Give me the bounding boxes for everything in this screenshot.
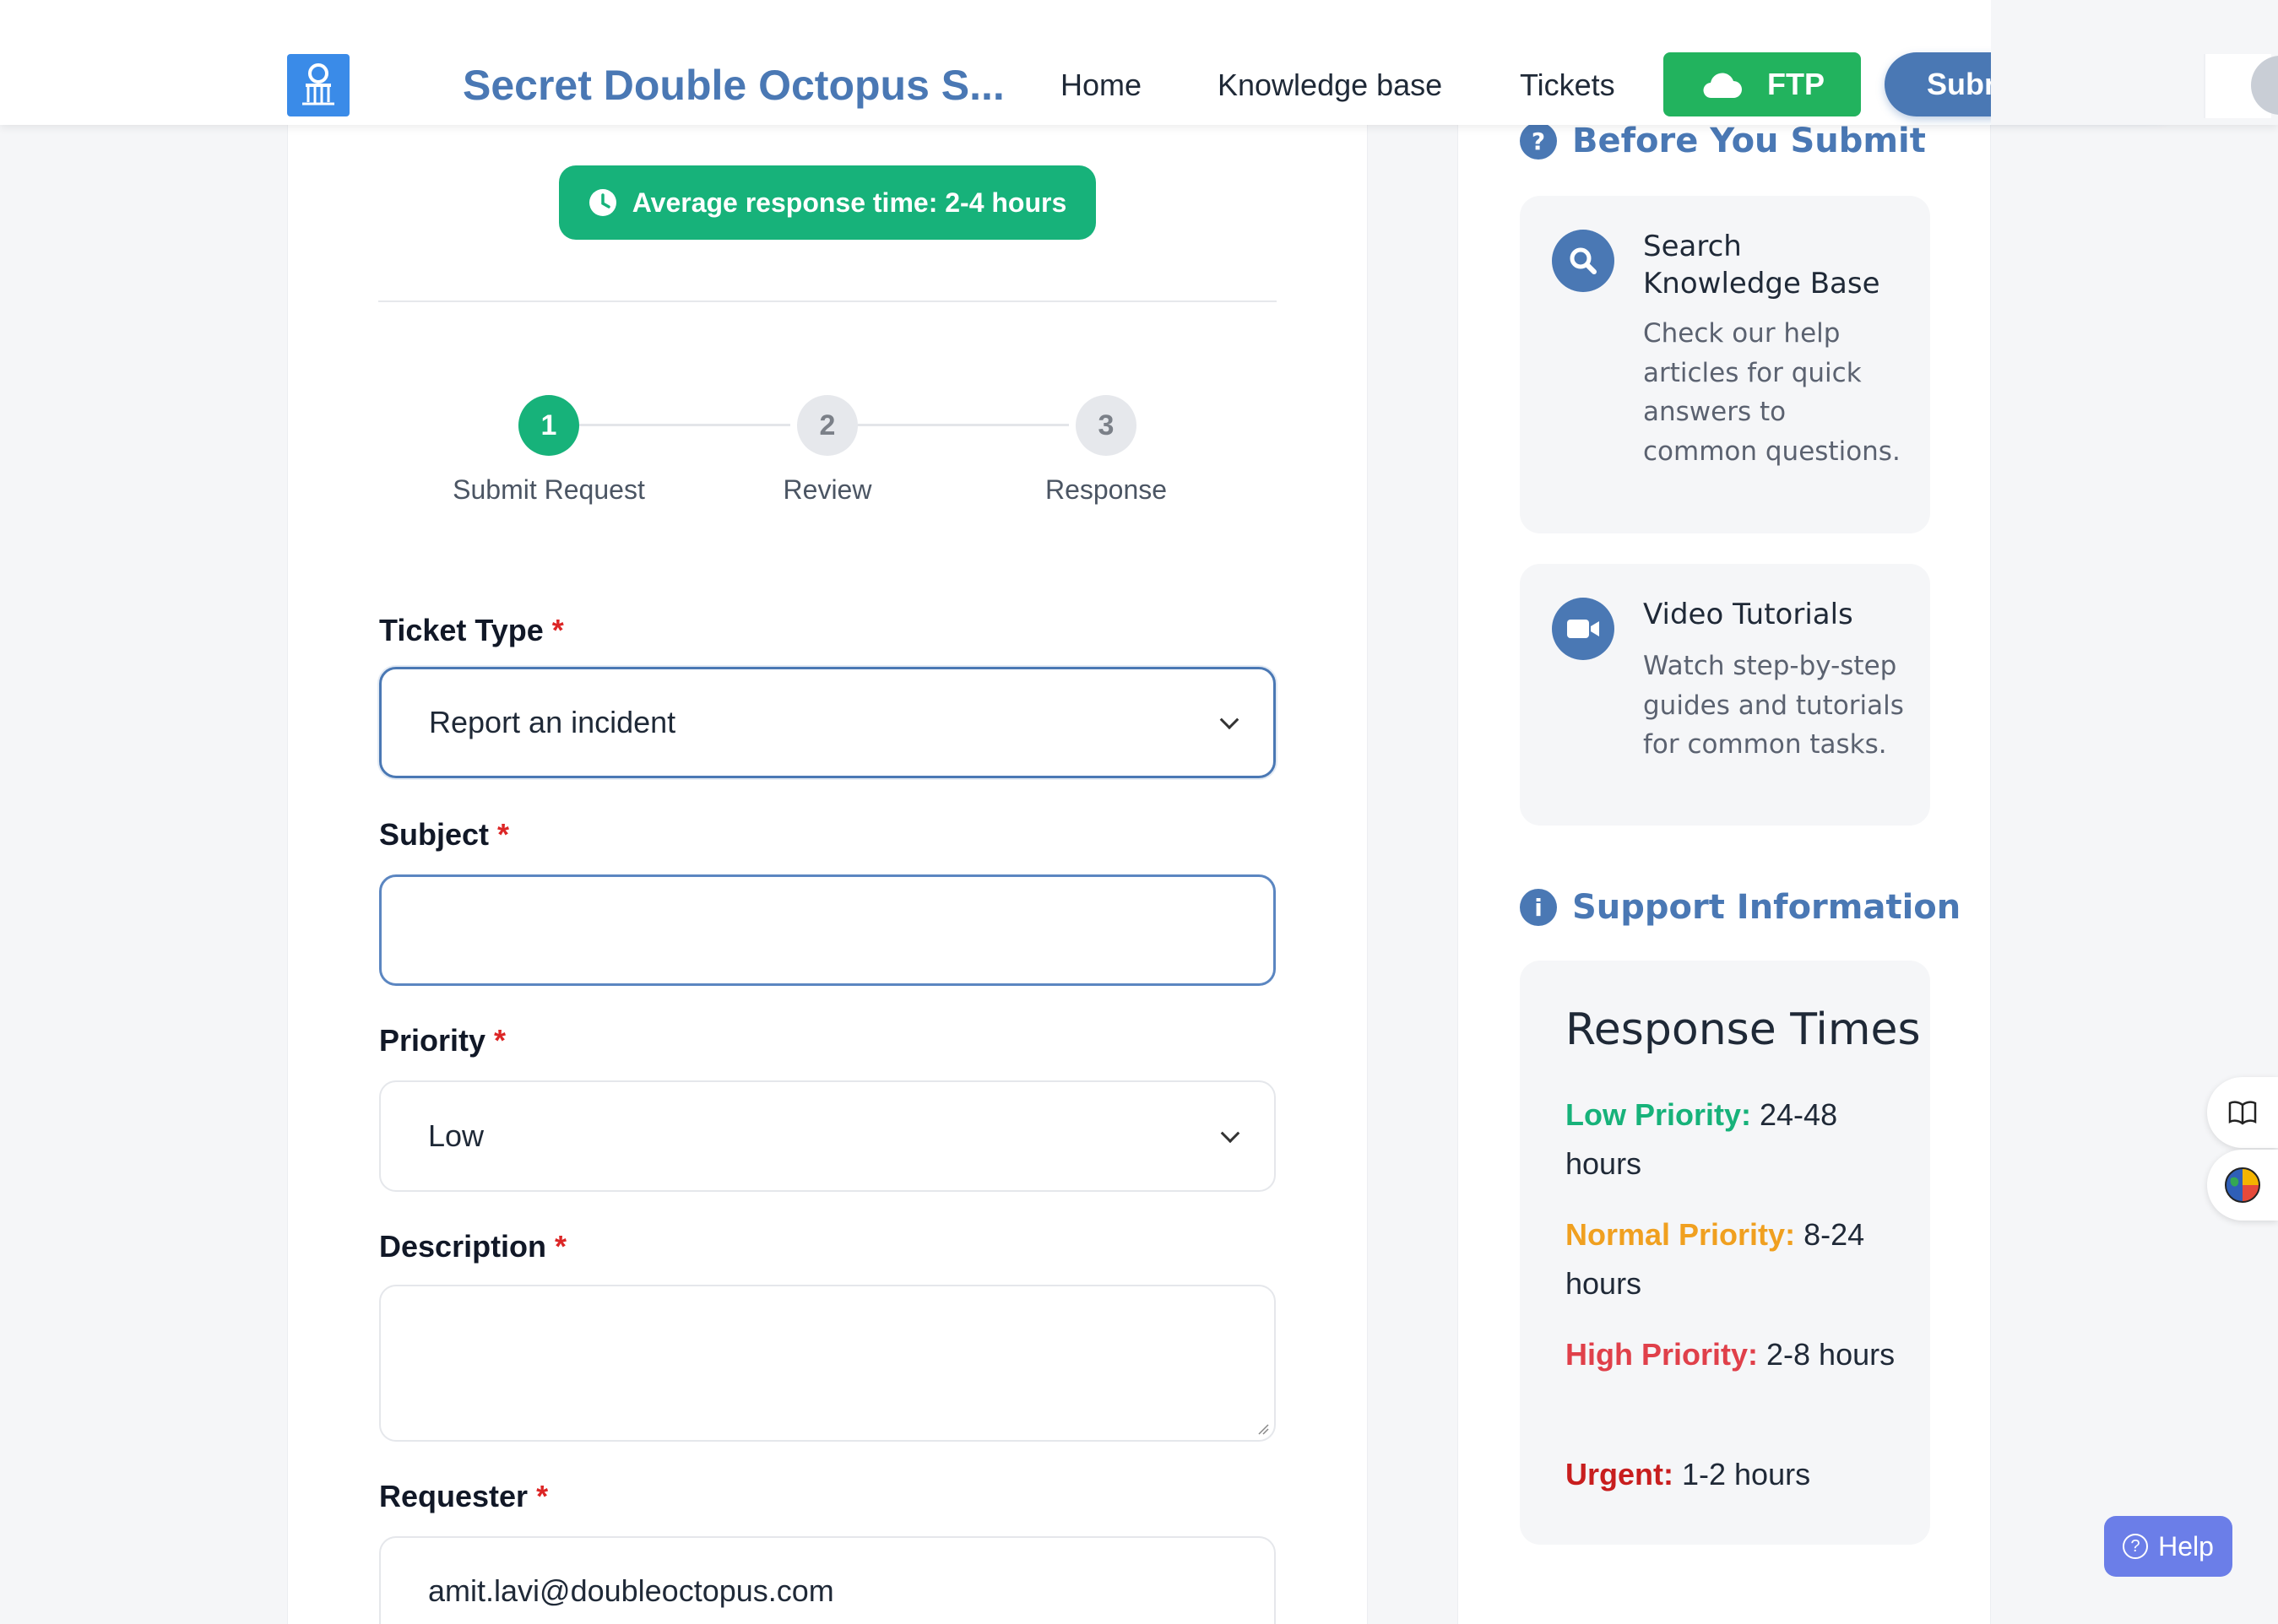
- step-2-label: Review: [783, 474, 872, 505]
- ftp-label: FTP: [1767, 67, 1825, 101]
- response-time-text: Average response time: 2-4 hours: [632, 187, 1067, 218]
- video-icon: [1552, 598, 1614, 660]
- info-icon: i: [1520, 889, 1557, 926]
- nav-knowledge-base[interactable]: Knowledge base: [1218, 68, 1442, 103]
- description-label: Description *: [379, 1229, 567, 1264]
- subject-label: Subject *: [379, 817, 510, 852]
- book-widget-button[interactable]: [2207, 1077, 2278, 1148]
- question-icon: ?: [1520, 122, 1557, 160]
- ticket-type-value: Report an incident: [429, 705, 676, 739]
- tip-search-kb[interactable]: Search Knowledge Base Check our help art…: [1520, 196, 1930, 533]
- book-icon: [2228, 1101, 2257, 1125]
- nav-home[interactable]: Home: [1060, 68, 1142, 103]
- step-3-label: Response: [1044, 474, 1168, 505]
- tip-title: Video Tutorials: [1643, 598, 1853, 631]
- tip-title: Search Knowledge Base: [1643, 230, 1880, 301]
- support-information-heading: i Support Information: [1520, 888, 1961, 927]
- help-question-icon: ?: [2123, 1534, 2149, 1559]
- description-textarea[interactable]: [379, 1285, 1276, 1442]
- response-time-badge: Average response time: 2-4 hours: [559, 165, 1096, 240]
- response-times-card: Response Times Low Priority: 24-48 hours …: [1520, 961, 1930, 1545]
- step-1-label: Submit Request: [453, 474, 645, 505]
- search-icon: [1552, 230, 1614, 292]
- subject-input[interactable]: [379, 874, 1276, 986]
- top-header: Secret Double Octopus S... Home Knowledg…: [0, 0, 2278, 125]
- step-2-circle: 2: [797, 395, 858, 456]
- divider: [378, 300, 1277, 302]
- response-times-title: Response Times: [1565, 1004, 1921, 1055]
- response-row-low: Low Priority: 24-48 hours: [1565, 1097, 1838, 1181]
- brand-title[interactable]: Secret Double Octopus S...: [463, 61, 1005, 110]
- clock-icon: [588, 189, 616, 216]
- ticket-type-label: Ticket Type *: [379, 613, 564, 647]
- step-connector: [858, 424, 1069, 426]
- requester-value: amit.lavi@doubleoctopus.com: [428, 1573, 834, 1608]
- ticket-type-select[interactable]: Report an incident: [379, 667, 1276, 778]
- response-row-high: High Priority: 2-8 hours: [1565, 1337, 1896, 1372]
- step-1-circle: 1: [518, 395, 579, 456]
- requester-input[interactable]: amit.lavi@doubleoctopus.com: [379, 1536, 1276, 1624]
- globe-icon: [2225, 1167, 2260, 1203]
- priority-select[interactable]: Low: [379, 1080, 1276, 1192]
- resize-grip-icon[interactable]: [1256, 1421, 1269, 1435]
- response-row-urgent: Urgent: 1-2 hours: [1565, 1457, 1811, 1491]
- tip-video-tutorials[interactable]: Video Tutorials Watch step-by-step guide…: [1520, 564, 1930, 826]
- chevron-down-icon: [1220, 1123, 1240, 1144]
- response-row-normal: Normal Priority: 8-24 hours: [1565, 1217, 1865, 1301]
- priority-value: Low: [428, 1118, 485, 1153]
- cloud-icon: [1703, 73, 1742, 99]
- nav-tickets[interactable]: Tickets: [1520, 68, 1615, 103]
- step-connector: [579, 424, 790, 426]
- help-label: Help: [2158, 1530, 2214, 1562]
- tip-description: Check our help articles for quick answer…: [1643, 318, 1901, 467]
- requester-label: Requester *: [379, 1479, 549, 1513]
- globe-widget-button[interactable]: [2207, 1150, 2278, 1221]
- logo-icon[interactable]: [287, 54, 350, 116]
- help-button[interactable]: ? Help: [2104, 1516, 2232, 1577]
- ftp-button[interactable]: FTP: [1663, 52, 1861, 116]
- priority-label: Priority *: [379, 1023, 507, 1058]
- before-you-submit-heading: ? Before You Submit: [1520, 122, 1926, 160]
- tip-description: Watch step-by-step guides and tutorials …: [1643, 651, 1904, 760]
- step-3-circle: 3: [1076, 395, 1136, 456]
- chevron-down-icon: [1219, 710, 1239, 730]
